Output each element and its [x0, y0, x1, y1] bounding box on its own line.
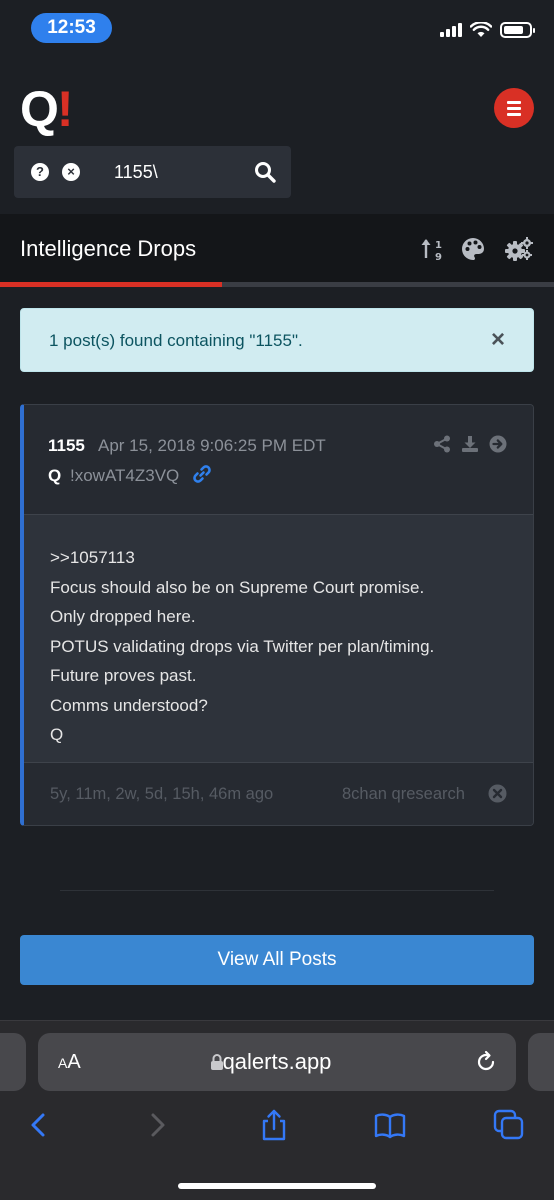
- status-time: 12:53: [31, 13, 112, 43]
- search-bar: ? ×: [14, 146, 291, 198]
- post-actions: [433, 435, 507, 453]
- post-footer: 5y, 11m, 2w, 5d, 15h, 46m ago 8chan qres…: [24, 763, 533, 825]
- download-icon[interactable]: [461, 435, 479, 453]
- battery-icon: [500, 22, 535, 38]
- help-icon[interactable]: ?: [31, 163, 49, 181]
- post-body: >>1057113 Focus should also be on Suprem…: [24, 515, 533, 763]
- link-icon[interactable]: [192, 464, 212, 484]
- svg-text:9: 9: [435, 252, 442, 262]
- status-icons: [440, 22, 535, 38]
- post-line: Focus should also be on Supreme Court pr…: [50, 577, 425, 597]
- next-tab-peek[interactable]: [528, 1033, 554, 1091]
- tabs-icon[interactable]: [492, 1108, 526, 1142]
- palette-icon[interactable]: [460, 236, 486, 262]
- logo-exclamation: !: [56, 81, 74, 137]
- post-card: 1155 Apr 15, 2018 9:06:25 PM EDT Q !xowA…: [20, 404, 534, 826]
- clear-search-icon[interactable]: ×: [62, 163, 80, 181]
- post-header: 1155 Apr 15, 2018 9:06:25 PM EDT Q !xowA…: [24, 405, 533, 515]
- forward-icon[interactable]: [140, 1108, 174, 1142]
- search-icon[interactable]: [254, 161, 276, 183]
- back-icon[interactable]: [22, 1108, 56, 1142]
- logo-q: Q: [20, 81, 59, 137]
- post-number[interactable]: 1155: [48, 436, 85, 456]
- status-bar: 12:53: [0, 0, 554, 56]
- post-line[interactable]: >>1057113: [50, 543, 533, 573]
- svg-text:1: 1: [435, 240, 442, 251]
- post-author: Q: [48, 466, 62, 485]
- bookmarks-icon[interactable]: [373, 1108, 407, 1142]
- arrow-right-circle-icon[interactable]: [489, 435, 507, 453]
- post-date: Apr 15, 2018 9:06:25 PM EDT: [98, 436, 326, 455]
- wifi-icon: [470, 22, 492, 37]
- view-all-posts-button[interactable]: View All Posts: [20, 935, 534, 985]
- share-icon[interactable]: [433, 435, 451, 453]
- close-circle-icon[interactable]: [488, 784, 507, 803]
- alert-message: 1 post(s) found containing "1155".: [49, 331, 303, 350]
- results-alert: 1 post(s) found containing "1155". ×: [20, 308, 534, 372]
- post-line: Comms understood?: [50, 695, 208, 715]
- progress-fill: [0, 282, 222, 287]
- post-line: Q: [50, 725, 64, 744]
- menu-button[interactable]: [494, 88, 534, 128]
- post-line: POTUS validating drops via Twitter per p…: [50, 636, 435, 656]
- post-line: Future proves past.: [50, 666, 197, 685]
- section-header: Intelligence Drops 1 9: [0, 214, 554, 282]
- post-source: 8chan qresearch: [342, 785, 465, 803]
- post-age: 5y, 11m, 2w, 5d, 15h, 46m ago: [50, 785, 274, 803]
- loading-progress-bar: [0, 282, 554, 287]
- home-indicator: [178, 1183, 376, 1189]
- sort-numeric-icon[interactable]: 1 9: [420, 236, 446, 262]
- hamburger-icon: [507, 100, 521, 104]
- share-sheet-icon[interactable]: [257, 1108, 291, 1142]
- previous-tab-peek[interactable]: [0, 1033, 26, 1091]
- section-title: Intelligence Drops: [20, 236, 197, 261]
- alert-close-button[interactable]: ×: [491, 328, 505, 352]
- post-tripcode: !xowAT4Z3VQ: [70, 466, 180, 485]
- search-input[interactable]: [114, 160, 244, 184]
- settings-gears-icon[interactable]: [504, 236, 534, 262]
- divider: [60, 890, 494, 891]
- post-line: Only dropped here.: [50, 607, 196, 626]
- cellular-signal-icon: [440, 23, 462, 37]
- reload-icon[interactable]: [474, 1050, 498, 1074]
- app-logo[interactable]: Q!: [20, 81, 74, 137]
- url-text: qalerts.app: [222, 1049, 332, 1074]
- address-bar[interactable]: AA qalerts.app: [38, 1033, 516, 1091]
